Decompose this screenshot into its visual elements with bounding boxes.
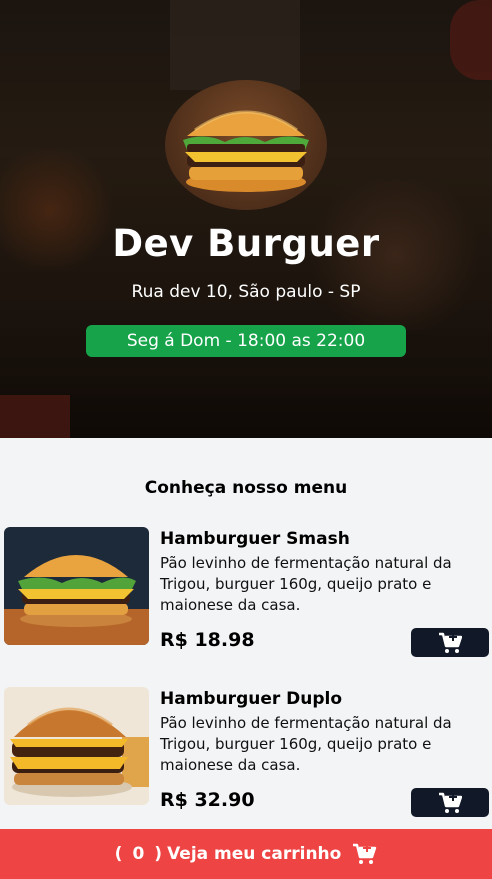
restaurant-address: Rua dev 10, São paulo - SP [131,282,361,302]
restaurant-logo [165,80,327,210]
restaurant-name: Dev Burguer [112,222,380,265]
add-to-cart-button[interactable] [411,628,489,657]
view-cart-button[interactable]: ( 0 ) Veja meu carrinho [0,829,492,879]
burger-photo [4,687,149,805]
cart-open-paren: ( [114,844,123,864]
cart-label: Veja meu carrinho [167,844,342,864]
opening-hours-badge: Seg á Dom - 18:00 as 22:00 [86,325,406,357]
add-to-cart-button[interactable] [411,788,489,817]
cart-close-paren: ) [154,844,163,864]
menu-heading: Conheça nosso menu [144,478,348,498]
menu-item-price: R$ 32.90 [160,789,255,811]
menu-item-name: Hamburguer Duplo [160,689,343,709]
menu-item-name: Hamburguer Smash [160,529,350,549]
menu-item-description: Pão levinho de fermentação natural da Tr… [160,554,452,614]
menu-item-price: R$ 18.98 [160,629,255,651]
menu-item: Hamburguer Smash Pão levinho de fermenta… [4,527,492,662]
menu-item: Hamburguer Duplo Pão levinho de fermenta… [4,687,492,822]
cart-plus-icon [353,843,377,864]
menu-item-description: Pão levinho de fermentação natural da Tr… [160,714,452,774]
hero-banner: Dev Burguer Rua dev 10, São paulo - SP S… [0,0,492,438]
burger-photo [4,527,149,645]
cart-plus-icon [439,632,462,653]
cart-count: 0 [132,844,145,864]
cart-plus-icon [439,792,462,813]
